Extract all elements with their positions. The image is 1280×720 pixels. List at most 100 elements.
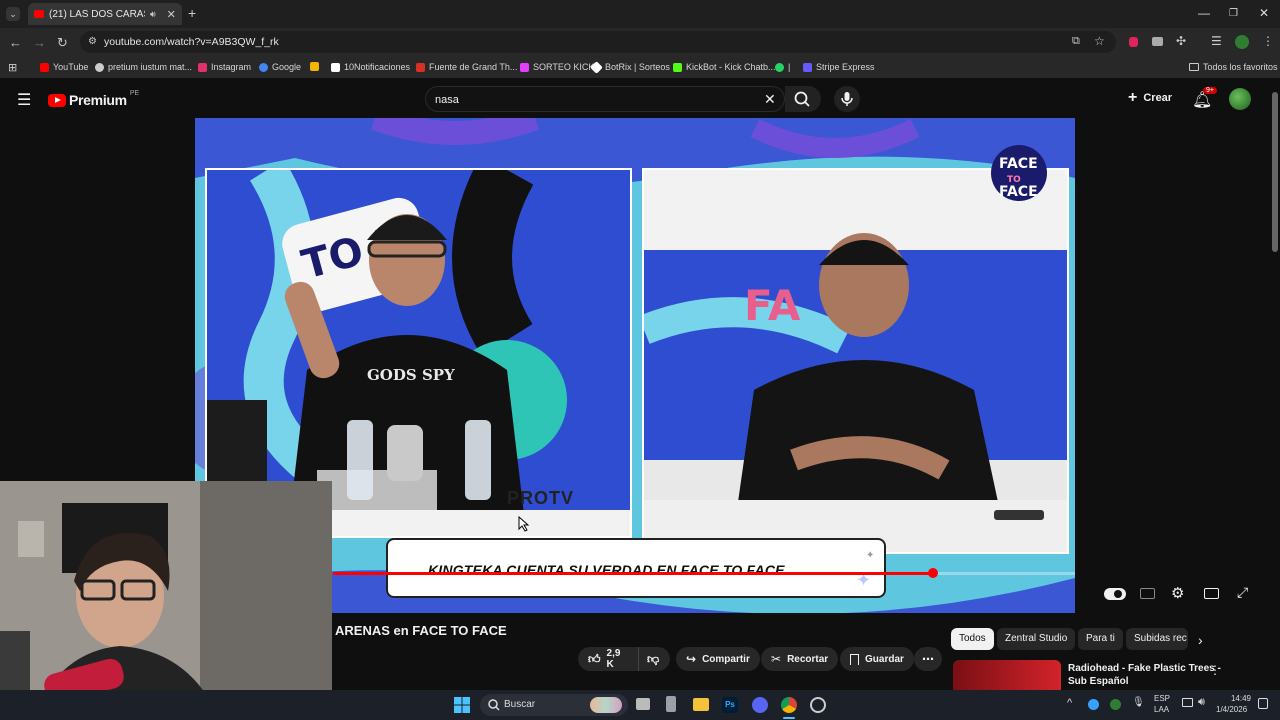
face-to-face-badge: FACE TO FACE — [991, 145, 1047, 201]
recommended-video[interactable]: Radiohead - Fake Plastic Trees - Sub Esp… — [953, 660, 1263, 690]
search-box[interactable]: nasa ✕ — [425, 86, 785, 112]
bookmark-sorteo-kick[interactable]: SORTEO KICK — [520, 62, 594, 72]
tab-close-icon[interactable]: ✕ — [167, 8, 176, 21]
x-icon — [331, 62, 340, 72]
like-button[interactable]: 👍︎ 2,9 K — [578, 647, 638, 671]
chip-all[interactable]: Todos — [951, 628, 994, 650]
more-vertical-icon[interactable]: ⋮ — [1209, 663, 1221, 677]
all-bookmarks-folder[interactable]: Todos los favoritos — [1189, 62, 1278, 72]
apps-grid-icon[interactable]: ⊞ — [8, 61, 17, 74]
account-avatar[interactable] — [1229, 88, 1251, 110]
hamburger-menu-icon[interactable]: ☰ — [17, 90, 31, 110]
clock-date[interactable]: 1/4/2026 — [1216, 705, 1247, 714]
back-icon[interactable]: ← — [9, 35, 22, 50]
reading-list-icon[interactable]: ☰ — [1211, 34, 1222, 48]
new-tab-button[interactable]: + — [188, 5, 196, 21]
share-button[interactable]: ↪ Compartir — [676, 647, 760, 671]
kebab-menu-icon[interactable]: ⋮ — [1262, 34, 1274, 48]
install-icon[interactable]: ⧉ — [1072, 35, 1080, 48]
bookmark-stripe[interactable]: Stripe Express — [803, 62, 875, 72]
youtube-favicon-icon — [34, 10, 44, 18]
chip-recent-uploads[interactable]: Subidas rec — [1126, 628, 1188, 650]
steam-icon[interactable] — [810, 697, 826, 713]
autoplay-toggle[interactable] — [1104, 588, 1126, 600]
chip-zentral-studio[interactable]: Zentral Studio — [997, 628, 1076, 650]
plus-icon: + — [1128, 89, 1138, 106]
progress-bar[interactable] — [333, 568, 1075, 578]
bookmark-whatsapp[interactable]: | — [775, 62, 790, 72]
create-button[interactable]: + Crear — [1128, 89, 1172, 106]
discord-icon[interactable] — [752, 697, 768, 713]
search-button[interactable] — [785, 86, 821, 112]
profile-avatar[interactable] — [1235, 35, 1249, 49]
tray-chevron-icon[interactable]: ^ — [1067, 697, 1072, 709]
svg-text:FA: FA — [744, 281, 801, 330]
page-scrollbar[interactable] — [1272, 92, 1278, 252]
tab-search-button[interactable]: ⌄ — [6, 7, 20, 21]
bookmark-google[interactable]: Google — [259, 62, 301, 72]
subtitles-icon[interactable] — [1140, 588, 1155, 599]
browser-titlebar: ⌄ (21) LAS DOS CARAS DE LA... 🔊︎ ✕ + — ❐… — [0, 0, 1280, 28]
progress-scrubber[interactable] — [927, 568, 938, 578]
address-bar[interactable]: ⚙︎ youtube.com/watch?v=A9B3QW_f_rk ⧉ ☆ — [80, 31, 1116, 53]
file-explorer-icon[interactable] — [693, 698, 709, 711]
video-thumbnail[interactable] — [953, 660, 1061, 690]
task-view-icon[interactable] — [636, 698, 650, 710]
taskbar-search[interactable]: Buscar — [480, 694, 628, 716]
photoshop-icon[interactable]: Ps — [722, 697, 738, 713]
star-icon[interactable]: ☆ — [1094, 34, 1105, 48]
dislike-button[interactable]: 👎︎ — [638, 647, 670, 671]
tray-app-icon[interactable] — [1088, 699, 1099, 710]
start-button[interactable] — [454, 697, 470, 713]
speaker-icon[interactable]: 🔊︎ — [150, 9, 156, 20]
bell-icon: 🔔︎ — [1192, 92, 1213, 109]
notifications-button[interactable]: 🔔︎ 9+ — [1192, 87, 1217, 110]
notification-center-icon[interactable] — [1258, 698, 1268, 709]
restore-icon[interactable]: ❐ — [1229, 8, 1238, 19]
bookmark-kickbot[interactable]: KickBot - Kick Chatb... — [673, 62, 776, 72]
network-icon[interactable] — [1182, 698, 1193, 707]
chevron-right-icon[interactable]: › — [1198, 632, 1203, 648]
voice-search-button[interactable] — [834, 86, 860, 112]
clip-button[interactable]: ✂ Recortar — [761, 647, 839, 671]
microphone-icon[interactable]: 🎙︎ — [1132, 697, 1145, 708]
input-language-1[interactable]: ESP — [1154, 694, 1170, 703]
search-icon — [488, 699, 500, 711]
clear-search-icon[interactable]: ✕ — [764, 91, 776, 108]
bookmark-pretium[interactable]: pretium iustum mat... — [95, 62, 192, 72]
site-info-icon[interactable]: ⚙︎ — [88, 36, 97, 47]
clock-time[interactable]: 14:49 — [1229, 694, 1251, 703]
save-button[interactable]: Guardar — [840, 647, 914, 671]
chrome-icon[interactable] — [781, 697, 797, 713]
browser-tab-active[interactable]: (21) LAS DOS CARAS DE LA... 🔊︎ ✕ — [28, 3, 182, 25]
bookmark-fuente[interactable]: Fuente de Grand Th... — [416, 62, 517, 72]
puzzle-icon[interactable]: ✣ — [1176, 34, 1186, 48]
forward-icon[interactable]: → — [33, 35, 46, 50]
settings-gear-icon[interactable]: ⚙︎ — [1171, 584, 1184, 602]
input-language-2[interactable]: LAA — [1154, 705, 1169, 714]
bookmark-label: 10Notificaciones — [344, 62, 411, 72]
bookmark-notificaciones[interactable]: 10Notificaciones — [331, 62, 410, 72]
app-icon[interactable] — [666, 696, 676, 712]
bookmark-unnamed[interactable] — [310, 62, 319, 71]
bookmark-botrix[interactable]: BotRix | Sorteos — [590, 60, 670, 74]
windows-taskbar: Buscar Ps ^ 🎙︎ ESP LAA 🔊︎ 14:49 1/4/2026 — [0, 690, 1280, 720]
taskbar-search-label: Buscar — [504, 699, 536, 710]
fullscreen-icon[interactable]: ⤢ — [1237, 584, 1248, 601]
reload-icon[interactable]: ↻ — [57, 35, 68, 51]
theater-mode-icon[interactable] — [1204, 588, 1219, 599]
volume-icon[interactable]: 🔊︎ — [1198, 696, 1205, 709]
search-input[interactable]: nasa — [435, 94, 459, 106]
youtube-logo[interactable]: Premium PE — [48, 90, 139, 108]
bookmark-youtube[interactable]: YouTube — [40, 62, 88, 72]
minimize-icon[interactable]: — — [1198, 6, 1210, 20]
url-text[interactable]: youtube.com/watch?v=A9B3QW_f_rk — [104, 36, 279, 48]
chip-for-you[interactable]: Para ti — [1078, 628, 1123, 650]
extension-red-icon[interactable] — [1129, 37, 1138, 47]
extension-icon[interactable] — [1152, 37, 1163, 46]
bookmark-instagram[interactable]: Instagram — [198, 62, 251, 72]
tray-app-icon[interactable] — [1110, 699, 1121, 710]
caption-text: KINGTEKA CUENTA SU VERDAD EN FACE TO FAC… — [428, 562, 785, 578]
more-actions-button[interactable]: ⋯ — [914, 647, 942, 671]
close-window-icon[interactable]: ✕ — [1259, 6, 1269, 20]
